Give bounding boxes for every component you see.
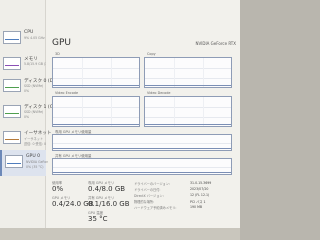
- graph-dedicated-memory[interactable]: 専用 GPU メモリ使用量: [52, 130, 232, 151]
- dedicated-memory-value: 0.4/8.0 GB: [88, 185, 126, 193]
- graph-trace: [53, 124, 139, 125]
- gpu-device-name: NVIDIA GeForce RTX: [195, 41, 236, 46]
- directx-version-value: 12 (FL 12.1): [190, 193, 210, 197]
- graph-label: 専用 GPU メモリ使用量: [55, 130, 92, 134]
- sidebar-item-usage: 0% (35 °C): [26, 165, 44, 169]
- graph-label: Video Encode: [55, 91, 79, 95]
- memory-thumbnail: [3, 57, 21, 70]
- sidebar-item-detail: NVIDIA GeForce R...: [26, 160, 48, 164]
- disk-thumbnail: [3, 105, 21, 118]
- graph-trace: [145, 124, 231, 125]
- page-title: GPU: [52, 38, 71, 48]
- graph-trace: [145, 85, 231, 86]
- sidebar-item-usage: 0%: [24, 89, 30, 93]
- graph-label: Video Decode: [147, 91, 171, 95]
- task-manager-window: CPU 9% 4.05 GHz メモリ 5.8/15.9 GB (36%) ディ…: [0, 0, 240, 228]
- graph-label: 3D: [55, 52, 60, 56]
- sidebar-item-detail: SSD (NVMe): [24, 110, 44, 114]
- gpu-details-pane: GPU NVIDIA GeForce RTX 3D Copy Video Enc…: [46, 0, 240, 228]
- sidebar-item-detail: 5.8/15.9 GB (36%): [24, 62, 46, 66]
- sidebar-item-label: CPU: [24, 30, 34, 35]
- graph-video-decode[interactable]: Video Decode: [144, 91, 232, 127]
- disk-thumbnail: [3, 79, 21, 92]
- sidebar-item-label: GPU 0: [26, 154, 41, 159]
- graph-shared-memory[interactable]: 共有 GPU メモリ使用量: [52, 154, 232, 175]
- hardware-reserved-label: ハードウェア予約済みメモリ:: [134, 206, 177, 210]
- graph-trace: [53, 85, 139, 86]
- physical-location-value: PCI バス 1: [190, 200, 206, 204]
- monitor-bezel: [0, 228, 240, 240]
- gpu-thumbnail: [5, 155, 23, 168]
- gpu-temperature-value: 35 °C: [88, 215, 108, 223]
- sidebar-item-detail: 9% 4.05 GHz: [24, 36, 45, 40]
- driver-version-label: ドライバーのバージョン:: [134, 182, 171, 186]
- sidebar-item-detail: SSD (NVMe): [24, 84, 44, 88]
- shared-memory-value: 0.1/16.0 GB: [88, 200, 130, 208]
- utilization-value: 0%: [52, 185, 64, 193]
- graph-3d[interactable]: 3D: [52, 52, 140, 88]
- hardware-reserved-value: 190 MB: [190, 205, 203, 209]
- driver-version-value: 31.0.15.3699: [190, 181, 212, 185]
- sidebar-item-cpu[interactable]: CPU 9% 4.05 GHz: [0, 26, 46, 52]
- sidebar-item-disk-0[interactable]: ディスク 0 (D:) SSD (NVMe) 0%: [0, 74, 57, 100]
- ethernet-thumbnail: [3, 131, 21, 144]
- graph-label: 共有 GPU メモリ使用量: [55, 154, 92, 158]
- directx-version-label: DirectX バージョン:: [134, 194, 164, 198]
- cpu-thumbnail: [3, 31, 21, 44]
- sidebar-item-ethernet[interactable]: イーサネット イーサネット 送信: 0 受信: 0 Kbps: [0, 126, 51, 152]
- driver-date-value: 2023/07/20: [190, 187, 209, 191]
- graph-video-encode[interactable]: Video Encode: [52, 91, 140, 127]
- graph-trace: [53, 172, 231, 173]
- sidebar-item-gpu-0[interactable]: GPU 0 NVIDIA GeForce R... 0% (35 °C): [0, 150, 48, 176]
- graph-trace: [53, 148, 231, 149]
- sidebar-item-usage: 送信: 0 受信: 0 Kbps: [24, 142, 46, 146]
- graph-copy[interactable]: Copy: [144, 52, 232, 88]
- sidebar-item-usage: 0%: [24, 115, 30, 119]
- performance-sidebar: CPU 9% 4.05 GHz メモリ 5.8/15.9 GB (36%) ディ…: [0, 0, 57, 228]
- sidebar-item-disk-1[interactable]: ディスク 1 (C:) SSD (NVMe) 0%: [0, 100, 56, 126]
- physical-location-label: 物理的な場所:: [134, 200, 155, 204]
- driver-date-label: ドライバーの日付:: [134, 188, 161, 192]
- graph-label: Copy: [147, 52, 156, 56]
